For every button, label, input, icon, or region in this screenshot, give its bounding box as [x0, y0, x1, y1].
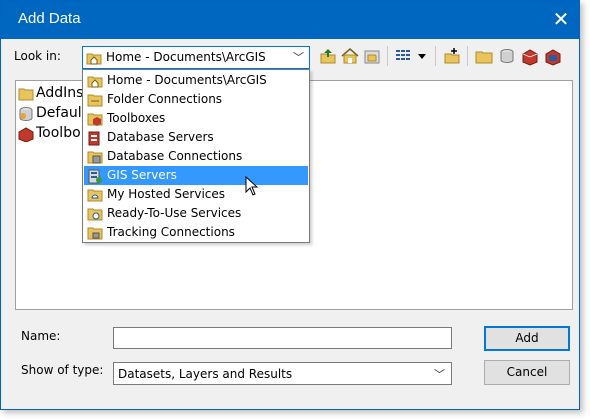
dropdown-item-label: Toolboxes	[107, 111, 166, 125]
geodatabase-icon	[19, 107, 33, 122]
new-item-icon[interactable]	[442, 46, 462, 66]
gis-servers-icon	[88, 169, 102, 184]
chevron-down-icon: ﹀	[293, 51, 304, 64]
dropdown-item-label: My Hosted Services	[107, 187, 226, 201]
dialog-title: Add Data	[18, 10, 81, 27]
database-icon[interactable]	[497, 46, 517, 66]
list-item-label: Default	[36, 105, 88, 121]
ready-to-use-icon	[87, 208, 103, 221]
dropdown-item-label: Home - Documents\ArcGIS	[107, 73, 267, 87]
show-of-type-select[interactable]: Datasets, Layers and Results ﹀	[113, 362, 452, 385]
tracking-connections-icon	[87, 227, 103, 240]
toolboxes-icon	[87, 113, 103, 126]
look-in-dropdown[interactable]: Home - Documents\ArcGIS Folder Connectio…	[82, 69, 310, 243]
folder-icon	[18, 88, 34, 101]
dropdown-item-label: Database Connections	[107, 149, 243, 163]
view-dropdown-icon[interactable]	[415, 46, 429, 66]
look-in-label: Look in:	[14, 49, 61, 63]
dropdown-item-toolboxes[interactable]: Toolboxes	[84, 109, 308, 128]
dropdown-item-folder-connections[interactable]: Folder Connections	[84, 90, 308, 109]
dropdown-item-ready-to-use-services[interactable]: Ready-To-Use Services	[84, 204, 308, 223]
home-folder-icon	[87, 76, 103, 88]
add-data-dialog: Add Data ✕ Look in: Home - Documents\Arc…	[0, 0, 580, 410]
dropdown-item-label: Tracking Connections	[107, 225, 235, 239]
show-of-type-label: Show of type:	[21, 363, 104, 377]
delete-icon[interactable]	[543, 46, 563, 66]
look-in-value: Home - Documents\ArcGIS	[106, 50, 266, 64]
cancel-button[interactable]: Cancel	[484, 360, 570, 385]
view-options-icon[interactable]	[393, 46, 413, 66]
database-servers-icon	[88, 131, 100, 146]
database-connections-icon	[87, 151, 103, 164]
folder-connections-icon	[87, 94, 103, 107]
toolbar-separator	[435, 46, 436, 66]
toolbox-icon[interactable]	[520, 46, 540, 66]
show-of-type-value: Datasets, Layers and Results	[118, 367, 293, 381]
title-bar: Add Data ✕	[1, 1, 579, 39]
dropdown-item-label: GIS Servers	[107, 168, 177, 182]
home-icon[interactable]	[340, 46, 360, 66]
dropdown-item-home[interactable]: Home - Documents\ArcGIS	[84, 71, 308, 90]
hosted-services-icon	[87, 189, 103, 202]
mouse-cursor-icon	[245, 176, 259, 196]
dropdown-item-my-hosted-services[interactable]: My Hosted Services	[84, 185, 308, 204]
up-one-level-icon[interactable]	[318, 46, 338, 66]
add-button[interactable]: Add	[484, 326, 570, 351]
dropdown-item-database-connections[interactable]: Database Connections	[84, 147, 308, 166]
dropdown-item-tracking-connections[interactable]: Tracking Connections	[84, 223, 308, 242]
dropdown-item-label: Folder Connections	[107, 92, 223, 106]
name-label: Name:	[21, 329, 61, 343]
toolbar-separator	[467, 46, 468, 66]
close-button[interactable]: ✕	[549, 7, 573, 31]
dropdown-item-label: Database Servers	[107, 130, 214, 144]
toolbar-separator	[387, 46, 388, 66]
dropdown-item-label: Ready-To-Use Services	[107, 206, 242, 220]
connect-folder-icon[interactable]	[362, 46, 382, 66]
dropdown-item-gis-servers[interactable]: GIS Servers	[84, 166, 308, 185]
home-folder-icon	[86, 53, 102, 65]
name-input[interactable]	[113, 327, 452, 349]
look-in-combo[interactable]: Home - Documents\ArcGIS ﹀	[82, 46, 310, 69]
list-item-label: AddIns	[36, 85, 84, 101]
list-item-label: Toolbo	[36, 125, 81, 141]
toolbox-icon	[18, 127, 34, 142]
chevron-down-icon: ﹀	[434, 368, 445, 381]
dropdown-item-database-servers[interactable]: Database Servers	[84, 128, 308, 147]
folder-icon[interactable]	[474, 46, 494, 66]
